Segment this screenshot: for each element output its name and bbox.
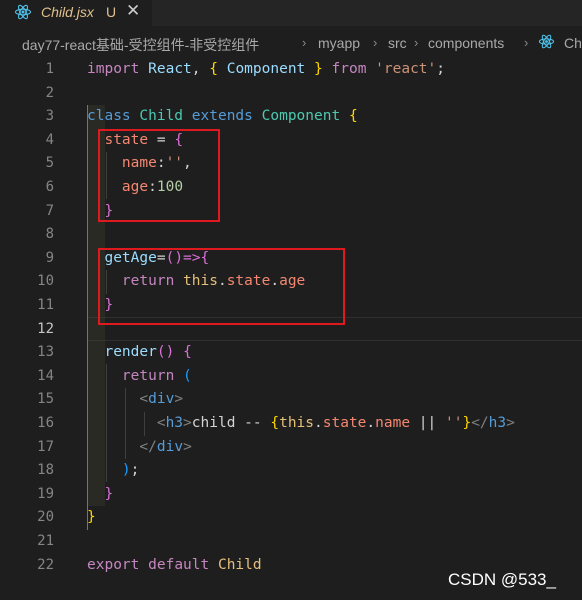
line-number-active: 12 (37, 320, 54, 337)
code-token: Component (226, 61, 306, 77)
annotation-box-state (98, 129, 220, 222)
breadcrumb-item-file[interactable]: Ch (564, 35, 582, 51)
code-token: name (375, 415, 411, 431)
code-token: state (322, 415, 367, 431)
code-token: 'react' (375, 61, 437, 77)
react-icon (538, 33, 555, 53)
code-line: import React, { Component } from 'react'… (87, 61, 445, 77)
code-token: '' (445, 415, 463, 431)
code-line: return ( (121, 367, 192, 384)
code-editor[interactable]: 1 2 3 4 5 6 7 8 9 10 11 12 13 14 15 16 1… (0, 58, 582, 600)
code-line: } (104, 485, 114, 502)
code-line: ); (121, 462, 140, 479)
code-line: } (87, 509, 96, 526)
line-number: 8 (45, 226, 54, 243)
code-token: this (279, 415, 315, 431)
chevron-right-icon: › (373, 35, 378, 50)
watermark: CSDN @533_ (448, 570, 556, 589)
code-token: div (148, 391, 175, 408)
line-number: 2 (45, 84, 54, 101)
code-line: age:100 (121, 179, 184, 195)
code-token: h3 (488, 415, 507, 431)
code-line: </div> (139, 438, 192, 455)
tab-child-jsx[interactable]: Child.jsx U ✕ (0, 0, 152, 26)
code-token: React (148, 61, 192, 77)
code-token: Component (261, 108, 341, 125)
code-token: extends (191, 108, 253, 125)
code-line: <h3>child -- {this.state.name || ''}</h3… (156, 415, 515, 431)
close-icon[interactable]: ✕ (126, 1, 140, 21)
code-line: } (104, 202, 114, 219)
tab-bar: Child.jsx U ✕ (0, 0, 582, 26)
code-token: Child (139, 108, 184, 125)
code-token: div (156, 438, 184, 455)
code-token: return (121, 367, 175, 384)
code-token: render (104, 344, 157, 361)
code-line: state = { (104, 131, 184, 148)
breadcrumb-item-myapp[interactable]: myapp (318, 35, 360, 51)
code-line: <div> (139, 391, 184, 408)
code-token: import (87, 61, 140, 77)
code-line: render() { (104, 344, 192, 361)
chevron-right-icon: › (414, 35, 419, 50)
code-token: export (87, 556, 140, 573)
code-token: Child (217, 556, 262, 573)
chevron-right-icon: › (524, 35, 529, 50)
breadcrumb: day77-react基础-受控组件-非受控组件 › myapp › src ›… (0, 33, 582, 55)
code-line: name:'', (121, 155, 192, 172)
chevron-right-icon: › (302, 35, 307, 50)
react-icon (14, 3, 32, 25)
tab-git-status: U (106, 4, 117, 20)
code-token: from (331, 61, 367, 77)
annotation-box-getage (98, 248, 345, 325)
tab-filename: Child.jsx (41, 4, 94, 20)
breadcrumb-item-components[interactable]: components (428, 35, 504, 51)
code-token: default (148, 556, 210, 573)
line-number: 21 (37, 533, 54, 549)
code-token: || (418, 415, 437, 431)
code-token: () (156, 344, 175, 361)
breadcrumb-item-project[interactable]: day77-react基础-受控组件-非受控组件 (22, 35, 259, 55)
code-line: class Child extends Component { (87, 108, 358, 125)
code-token: child -- (191, 415, 271, 431)
breadcrumb-item-src[interactable]: src (388, 35, 407, 51)
code-token: h3 (165, 415, 184, 431)
code-token: class (87, 108, 131, 125)
